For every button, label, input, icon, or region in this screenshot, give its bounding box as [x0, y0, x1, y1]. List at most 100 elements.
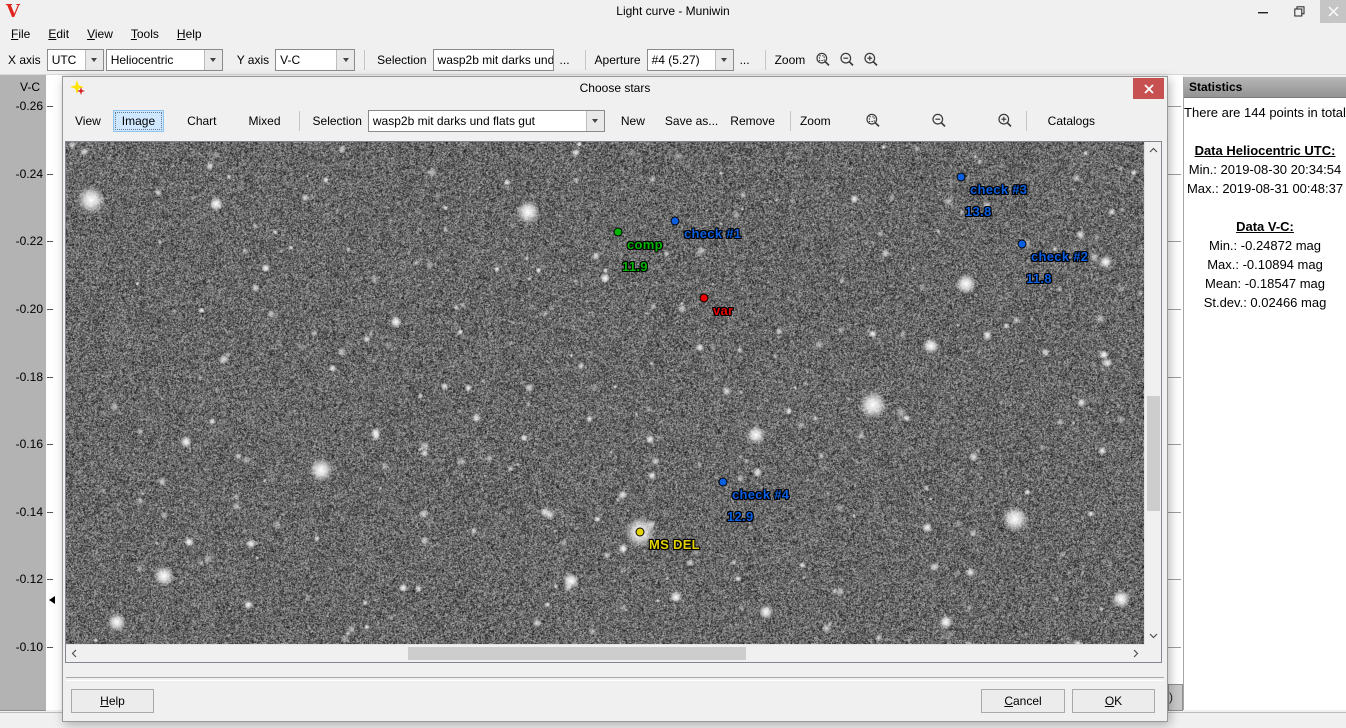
help-button[interactable]: Help: [71, 689, 154, 713]
zoom-out-icon: [839, 52, 855, 68]
star-marker[interactable]: [1018, 240, 1027, 249]
ok-button[interactable]: OK: [1072, 689, 1155, 713]
menu-view[interactable]: View: [78, 23, 122, 45]
selection-more-button[interactable]: ...: [554, 49, 576, 71]
star-label: comp: [627, 237, 663, 252]
y-axis-ticks: -0.26 -0.24 -0.22 -0.20 -0.18 -0.16 -0.1…: [0, 100, 46, 653]
chevron-down-icon: [715, 50, 733, 70]
x-axis-format-combobox[interactable]: UTC: [47, 49, 104, 71]
zoom-fit-icon: [815, 52, 831, 68]
star-marker[interactable]: [957, 173, 966, 182]
statistics-row: St.dev.: 0.02466 mag: [1184, 293, 1346, 312]
zoom-in-button[interactable]: [859, 48, 883, 72]
save-as-button[interactable]: Save as...: [659, 110, 724, 132]
mode-image-button[interactable]: Image: [113, 110, 164, 132]
remove-button[interactable]: Remove: [724, 110, 781, 132]
dialog-close-button[interactable]: [1133, 78, 1164, 99]
restore-button[interactable]: [1282, 0, 1316, 23]
y-tick: -0.20: [0, 303, 46, 315]
screen: V Light curve - Muniwin File Edit View T…: [0, 0, 1346, 728]
star-magnitude: 11.8: [1026, 271, 1052, 286]
menu-edit[interactable]: Edit: [39, 23, 78, 45]
star-image-frame: comp11.9check #1varcheck #313.8check #21…: [65, 141, 1162, 663]
vertical-scrollbar-thumb[interactable]: [1147, 396, 1160, 511]
choose-stars-dialog: Choose stars View Image Chart Mixed Sele…: [62, 76, 1168, 722]
statistics-body: There are 144 points in total Data Helio…: [1184, 98, 1346, 312]
main-toolbar: X axis UTC Heliocentric Y axis V-C Selec…: [0, 45, 1346, 75]
dialog-title: Choose stars: [63, 77, 1167, 100]
star-magnitude: 13.8: [965, 204, 992, 219]
y-tick: -0.24: [0, 168, 46, 180]
aperture-more-button[interactable]: ...: [734, 49, 756, 71]
horizontal-scrollbar-thumb[interactable]: [408, 647, 746, 660]
mode-mixed-button[interactable]: Mixed: [240, 110, 290, 132]
star-marker[interactable]: [671, 217, 680, 226]
star-label: check #4: [732, 487, 789, 502]
statistics-row: Max.: -0.10894 mag: [1184, 255, 1346, 274]
star-marker[interactable]: [719, 478, 728, 487]
menu-tools[interactable]: Tools: [122, 23, 168, 45]
y-tick: -0.16: [0, 438, 46, 450]
scroll-down-icon[interactable]: [1145, 627, 1162, 644]
dialog-zoom-fit-button[interactable]: [861, 109, 885, 133]
statistics-summary: There are 144 points in total: [1184, 103, 1346, 122]
statistics-panel: Statistics There are 144 points in total…: [1183, 77, 1346, 710]
chevron-down-icon: [336, 50, 354, 70]
toolbar-separator: [364, 50, 365, 70]
selection-field[interactable]: wasp2b mit darks und flats gut: [433, 49, 554, 71]
y-axis-label: Y axis: [237, 53, 269, 67]
y-tick: -0.14: [0, 506, 46, 518]
star-magnitude: 12.9: [727, 509, 754, 524]
scroll-left-icon[interactable]: [66, 645, 83, 662]
star-magnitude: 11.9: [622, 259, 648, 274]
y-axis-title: V-C: [0, 80, 40, 94]
vertical-scrollbar[interactable]: [1144, 142, 1161, 644]
zoom-fit-button[interactable]: [811, 48, 835, 72]
horizontal-scrollbar[interactable]: [66, 644, 1144, 662]
mode-chart-button[interactable]: Chart: [178, 110, 225, 132]
scroll-right-icon[interactable]: [1127, 645, 1144, 662]
dialog-zoom-out-button[interactable]: [927, 109, 951, 133]
y-tick: -0.22: [0, 235, 46, 247]
chevron-down-icon: [586, 111, 604, 131]
x-axis-label: X axis: [8, 53, 41, 67]
minimize-button[interactable]: [1246, 0, 1280, 23]
scrollbar-corner: [1144, 644, 1161, 662]
close-button[interactable]: [1320, 0, 1346, 23]
menu-help[interactable]: Help: [168, 23, 211, 45]
statistics-section-title: Data Heliocentric UTC:: [1184, 141, 1346, 160]
new-button[interactable]: New: [615, 110, 651, 132]
chevron-down-icon: [204, 50, 222, 70]
scroll-up-icon[interactable]: [1145, 142, 1162, 159]
y-axis-combobox[interactable]: V-C: [275, 49, 355, 71]
window-title: Light curve - Muniwin: [0, 0, 1346, 23]
chevron-down-icon: [85, 50, 103, 70]
lightcurve-plot-edge: [46, 75, 62, 710]
statistics-section-title: Data V-C:: [1184, 217, 1346, 236]
zoom-label: Zoom: [775, 53, 806, 67]
restore-icon: [1294, 6, 1305, 17]
star-marker-layer: comp11.9check #1varcheck #313.8check #21…: [66, 142, 1144, 644]
star-marker[interactable]: [614, 228, 623, 237]
y-tick: -0.26: [0, 100, 46, 112]
x-axis-reference-combobox[interactable]: Heliocentric: [106, 49, 223, 71]
y-tick: -0.10: [0, 641, 46, 653]
aperture-combobox[interactable]: #4 (5.27): [647, 49, 734, 71]
zoom-out-button[interactable]: [835, 48, 859, 72]
cancel-button[interactable]: Cancel: [981, 689, 1065, 713]
star-marker[interactable]: [636, 528, 645, 537]
right-axis-ticks: [1168, 106, 1181, 648]
dialog-zoom-in-button[interactable]: [993, 109, 1017, 133]
dialog-toolbar: View Image Chart Mixed Selection wasp2b …: [63, 102, 1167, 140]
main-titlebar: V Light curve - Muniwin: [0, 0, 1346, 23]
star-marker[interactable]: [700, 294, 709, 303]
aperture-label: Aperture: [595, 53, 641, 67]
star-label: check #3: [970, 182, 1027, 197]
catalogs-button[interactable]: Catalogs: [1042, 110, 1101, 132]
dialog-selection-combobox[interactable]: wasp2b mit darks und flats gut: [368, 110, 605, 132]
dialog-selection-label: Selection: [313, 114, 362, 128]
menu-file[interactable]: File: [2, 23, 39, 45]
zoom-in-icon: [997, 113, 1013, 129]
star-label: MS DEL: [649, 537, 700, 552]
zoom-fit-icon: [865, 113, 881, 129]
